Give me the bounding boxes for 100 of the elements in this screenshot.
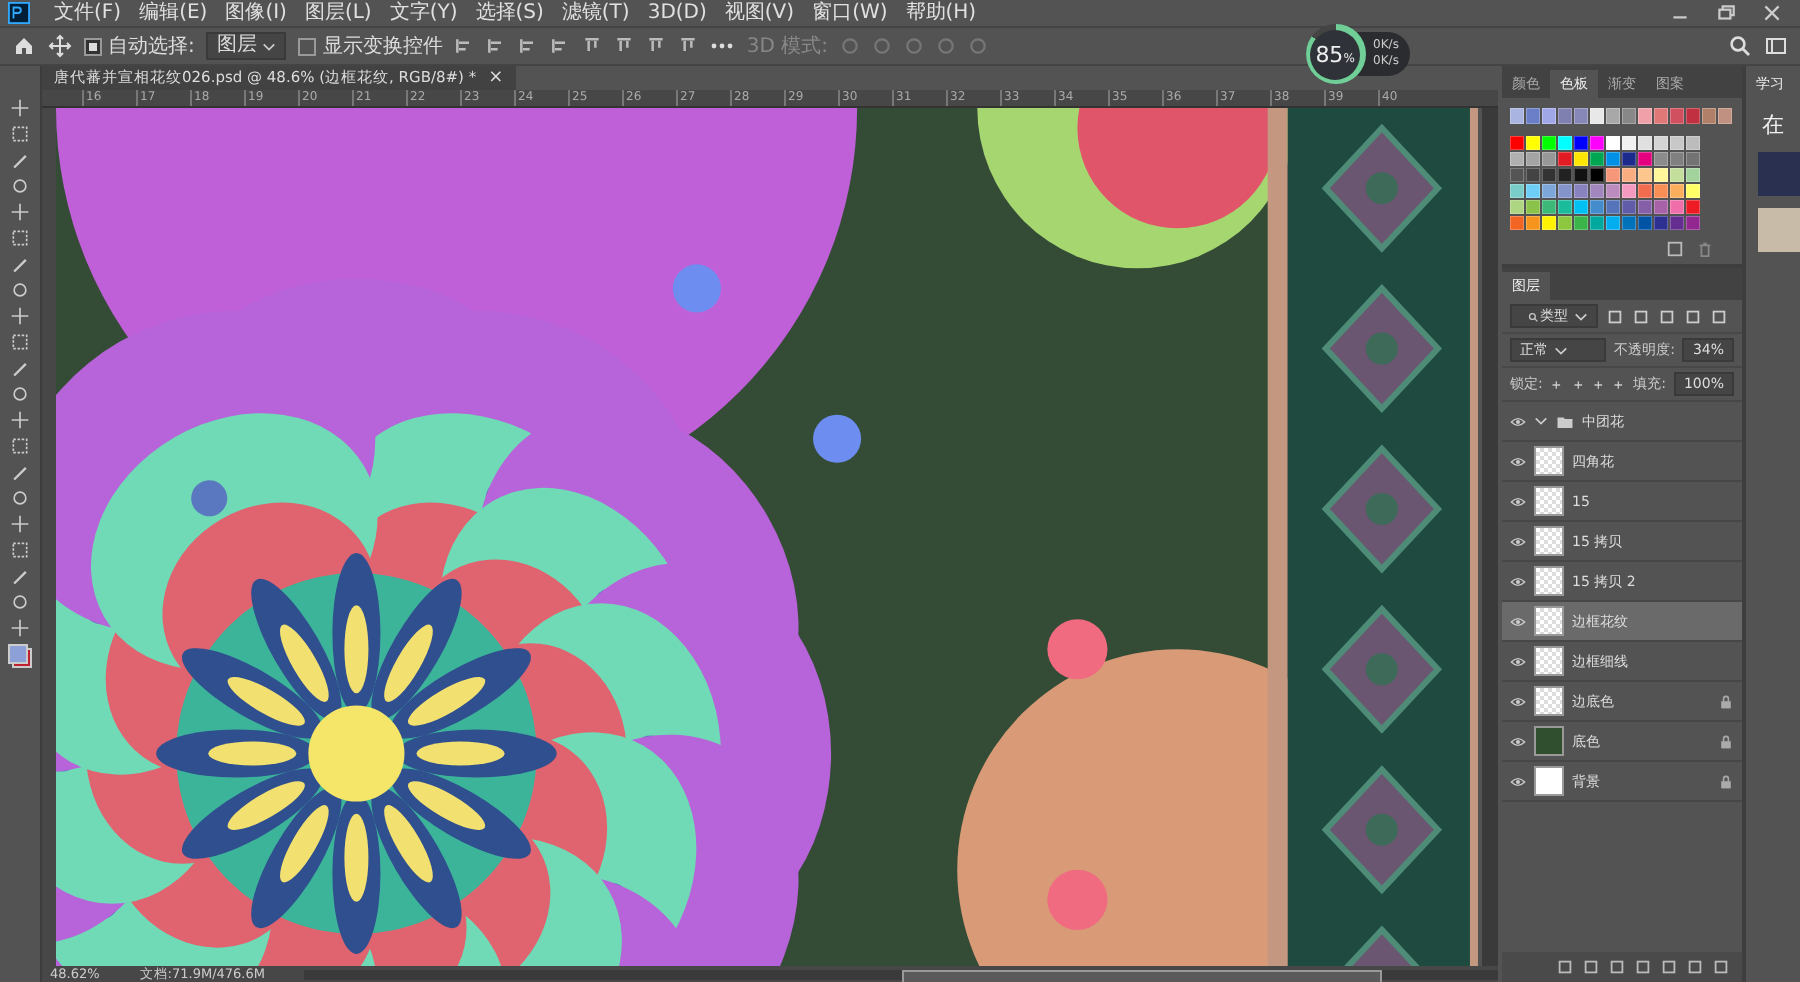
color-swatch[interactable]: [1590, 184, 1604, 198]
restore-icon[interactable]: [1714, 2, 1738, 24]
auto-select-checkbox[interactable]: 自动选择:: [84, 32, 195, 60]
align-icon[interactable]: [518, 36, 539, 56]
recent-swatch[interactable]: [1558, 108, 1572, 124]
eye-icon[interactable]: [1510, 695, 1526, 707]
trash-icon[interactable]: [1696, 240, 1714, 258]
recent-swatch[interactable]: [1574, 108, 1588, 124]
color-swatch[interactable]: [1574, 152, 1588, 166]
color-swatch[interactable]: [1670, 216, 1684, 230]
workspace-icon[interactable]: [1764, 34, 1788, 58]
menu-item[interactable]: 窗口(W): [806, 1, 894, 25]
color-swatch[interactable]: [1526, 168, 1540, 182]
close-icon[interactable]: [1760, 2, 1784, 24]
lock-option-icon[interactable]: [1571, 375, 1584, 393]
color-swatch[interactable]: [1622, 184, 1636, 198]
color-swatch[interactable]: [1606, 200, 1620, 214]
color-swatch[interactable]: [1638, 168, 1652, 182]
color-swatch[interactable]: [1542, 200, 1556, 214]
color-swatch[interactable]: [1638, 216, 1652, 230]
color-swatch[interactable]: [1686, 200, 1700, 214]
lock-option-icon[interactable]: [1550, 375, 1564, 393]
color-swatch[interactable]: [1510, 200, 1524, 214]
caret-icon[interactable]: [1534, 414, 1548, 428]
recent-swatch[interactable]: [1510, 108, 1524, 124]
color-swatch[interactable]: [1558, 200, 1572, 214]
color-swatch[interactable]: [1590, 136, 1604, 150]
marquee-tool-icon[interactable]: [10, 124, 30, 144]
color-swatch[interactable]: [1686, 168, 1700, 182]
color-swatch[interactable]: [1606, 152, 1620, 166]
color-swatch[interactable]: [1558, 216, 1572, 230]
color-swatch[interactable]: [1510, 184, 1524, 198]
color-swatch[interactable]: [1510, 216, 1524, 230]
color-swatch[interactable]: [1622, 168, 1636, 182]
eye-icon[interactable]: [1510, 655, 1526, 667]
new-swatch-icon[interactable]: [1666, 240, 1684, 258]
vertical-scrollbar[interactable]: [1482, 108, 1498, 966]
menu-item[interactable]: 图像(I): [219, 1, 293, 25]
color-swatch[interactable]: [1670, 152, 1684, 166]
color-swatch[interactable]: [1686, 136, 1700, 150]
color-swatch[interactable]: [1574, 136, 1588, 150]
color-swatch[interactable]: [1558, 152, 1572, 166]
color-swatch[interactable]: [1670, 136, 1684, 150]
home-icon[interactable]: [12, 34, 36, 58]
color-swatch[interactable]: [1654, 200, 1668, 214]
show-transform-checkbox[interactable]: 显示变换控件: [298, 32, 443, 60]
recent-swatch[interactable]: [1670, 108, 1684, 124]
color-swatch[interactable]: [1526, 184, 1540, 198]
frame-tool-icon[interactable]: [10, 228, 30, 248]
menu-item[interactable]: 帮助(H): [899, 1, 983, 25]
color-swatch[interactable]: [1590, 200, 1604, 214]
align-icon[interactable]: [646, 36, 667, 56]
align-icon[interactable]: [550, 36, 571, 56]
recent-swatch[interactable]: [1526, 108, 1540, 124]
color-swatch[interactable]: [1638, 136, 1652, 150]
color-swatch[interactable]: [1686, 152, 1700, 166]
color-swatch[interactable]: [1558, 184, 1572, 198]
color-swatch[interactable]: [1590, 168, 1604, 182]
color-swatch[interactable]: [1574, 168, 1588, 182]
eye-icon[interactable]: [1510, 495, 1526, 507]
align-icon[interactable]: [454, 36, 475, 56]
color-swatch[interactable]: [1638, 200, 1652, 214]
color-swatch[interactable]: [1606, 136, 1620, 150]
color-swatch[interactable]: [1510, 152, 1524, 166]
color-swatch[interactable]: [1590, 216, 1604, 230]
color-swatch[interactable]: [1606, 184, 1620, 198]
eye-icon[interactable]: [1510, 775, 1526, 787]
color-swatch[interactable]: [1526, 136, 1540, 150]
color-swatch[interactable]: [1622, 200, 1636, 214]
target-dropdown[interactable]: 图层: [206, 32, 287, 60]
color-swatch[interactable]: [1654, 168, 1668, 182]
color-swatch[interactable]: [1542, 168, 1556, 182]
search-icon[interactable]: [1728, 34, 1752, 58]
color-swatch[interactable]: [1638, 184, 1652, 198]
color-swatch[interactable]: [1638, 152, 1652, 166]
color-swatch[interactable]: [1542, 216, 1556, 230]
menu-item[interactable]: 编辑(E): [133, 1, 214, 25]
menu-item[interactable]: 选择(S): [469, 1, 550, 25]
color-swatch[interactable]: [1622, 216, 1636, 230]
align-icon[interactable]: [582, 36, 603, 56]
color-swatch[interactable]: [1686, 216, 1700, 230]
recent-swatch[interactable]: [1718, 108, 1732, 124]
move-icon[interactable]: [48, 34, 72, 58]
menu-item[interactable]: 文字(Y): [383, 1, 464, 25]
color-swatch[interactable]: [1654, 184, 1668, 198]
color-swatch[interactable]: [1622, 152, 1636, 166]
menu-item[interactable]: 视图(V): [718, 1, 801, 25]
color-swatch[interactable]: [1670, 168, 1684, 182]
color-swatch[interactable]: [1574, 216, 1588, 230]
color-swatch[interactable]: [1590, 152, 1604, 166]
color-swatch[interactable]: [1670, 184, 1684, 198]
eye-icon[interactable]: [1510, 535, 1526, 547]
recent-swatch[interactable]: [1686, 108, 1700, 124]
color-swatch[interactable]: [1526, 152, 1540, 166]
color-swatch[interactable]: [1686, 184, 1700, 198]
lock-option-icon[interactable]: [1612, 375, 1626, 393]
color-swatch[interactable]: [1654, 216, 1668, 230]
recent-swatch[interactable]: [1542, 108, 1556, 124]
color-swatch[interactable]: [1654, 136, 1668, 150]
color-swatch[interactable]: [1574, 200, 1588, 214]
